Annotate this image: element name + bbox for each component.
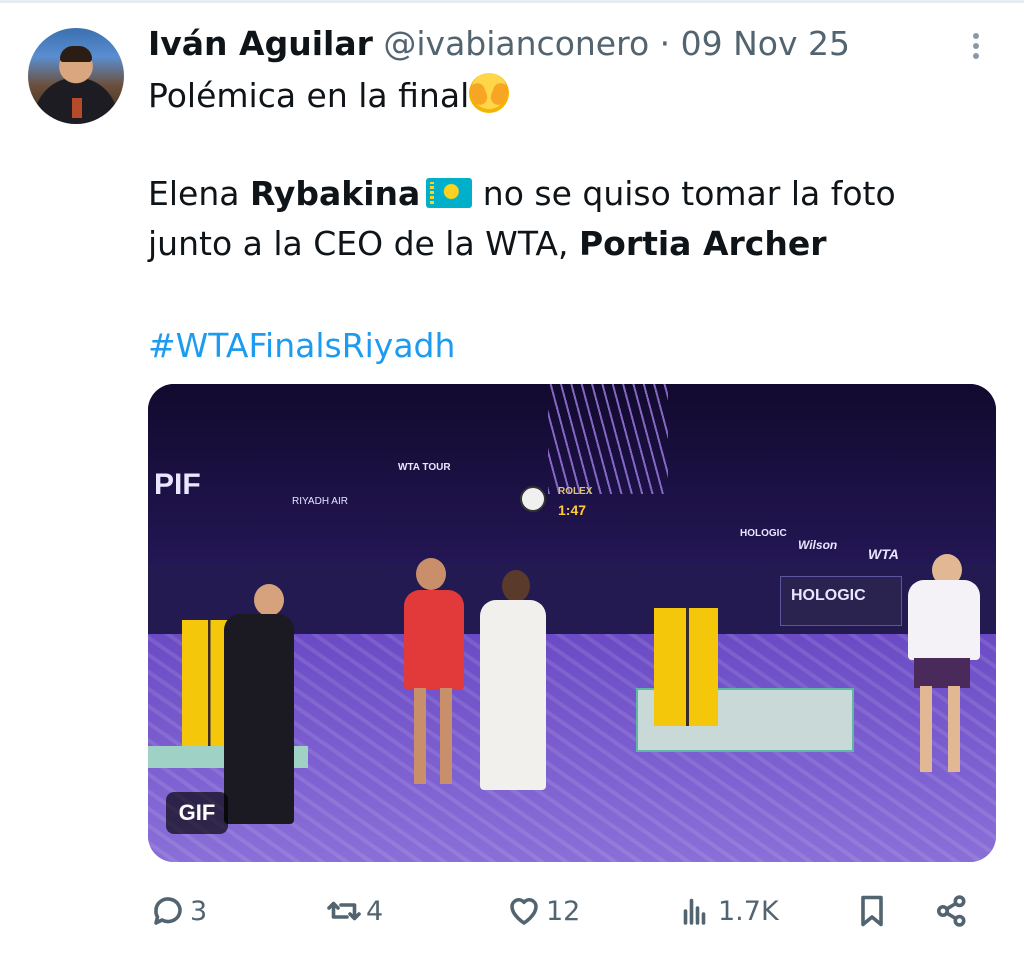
wilson-logo: Wilson — [798, 538, 838, 552]
author-name[interactable]: Iván Aguilar — [148, 24, 373, 63]
views-chart-icon — [683, 898, 706, 925]
player-leg-right — [440, 688, 452, 784]
face-with-hand-over-eyes-icon — [469, 73, 510, 113]
hologic-board-logo: HOLOGIC — [740, 528, 787, 539]
wta-logo: WTA — [868, 546, 899, 562]
retweet-count: 4 — [366, 895, 384, 927]
header-separator: · — [659, 24, 671, 63]
like-count: 12 — [546, 895, 581, 927]
avatar[interactable] — [28, 28, 124, 124]
line2-prefix: Elena — [148, 174, 250, 213]
retweet-button[interactable]: 4 — [326, 884, 383, 938]
man-head — [254, 584, 284, 616]
player-red-dress — [404, 590, 464, 690]
like-button[interactable]: 12 — [506, 884, 580, 938]
bookmark-button[interactable] — [854, 884, 890, 938]
avatar-hair — [60, 46, 92, 62]
avatar-lanyard — [72, 98, 82, 118]
ceo-white-suit — [480, 600, 546, 790]
hologic-sign: HOLOGIC — [780, 576, 902, 626]
clock-icon — [520, 486, 546, 512]
heart-icon — [510, 898, 538, 925]
retweet-icon — [327, 901, 361, 921]
player-leg-left — [414, 688, 426, 784]
ceo-head — [502, 570, 530, 602]
tweet-media-gif[interactable]: PIF RIYADH AIR WTA TOUR ROLEX 1:47 HOLOG… — [148, 384, 996, 862]
man-in-suit — [224, 614, 294, 824]
author-handle[interactable]: @ivabianconero — [383, 24, 649, 63]
sponsor-pif-logo: PIF — [154, 468, 201, 501]
trophy-pillar-right — [654, 608, 718, 726]
line3-prefix: junto a la CEO de la WTA, — [148, 224, 579, 263]
player-purple-skirt — [914, 658, 970, 688]
tweet-date[interactable]: 09 Nov 25 — [681, 24, 850, 63]
flag-kazakhstan-icon — [426, 178, 473, 208]
arena-lights — [548, 384, 668, 494]
mention-portia-archer: Portia Archer — [578, 224, 827, 263]
rybakina-leg-right — [948, 686, 960, 772]
more-options-icon[interactable] — [966, 30, 986, 66]
share-button[interactable] — [934, 884, 970, 938]
tweet-line1-text: Polémica en la final — [148, 76, 470, 115]
views-button[interactable]: 1.7K — [678, 884, 779, 938]
reply-button[interactable]: 3 — [150, 884, 207, 938]
clock-time: 1:47 — [558, 502, 587, 518]
share-icon — [937, 895, 966, 927]
tweet-text-line-3: junto a la CEO de la WTA, Portia Archer — [148, 220, 826, 268]
player-white-top — [908, 580, 980, 660]
bookmark-icon — [861, 895, 883, 927]
gif-badge: GIF — [166, 792, 228, 834]
wta-tour-logo: WTA TOUR — [398, 462, 451, 473]
sponsor-riyadh-logo: RIYADH AIR — [292, 496, 348, 507]
rolex-logo: ROLEX — [558, 486, 593, 497]
hologic-sign-text: HOLOGIC — [791, 587, 866, 604]
tweet-text-line-1: Polémica en la final — [148, 72, 510, 120]
tweet-text-line-2: Elena Rybakina no se quiso tomar la foto — [148, 170, 896, 218]
reply-count: 3 — [190, 895, 208, 927]
action-bar: 3 4 12 1.7K — [0, 884, 1024, 938]
views-count: 1.7K — [718, 895, 779, 927]
hashtag-link[interactable]: #WTAFinalsRiyadh — [148, 322, 455, 370]
rybakina-leg-left — [920, 686, 932, 772]
mention-rybakina: Rybakina — [249, 174, 421, 213]
top-divider — [0, 0, 1024, 3]
tweet-header: Iván Aguilar @ivabianconero · 09 Nov 25 — [148, 22, 850, 66]
line2-suffix: no se quiso tomar la foto — [472, 174, 896, 213]
reply-icon — [154, 897, 182, 925]
sabalenka-head — [416, 558, 446, 590]
